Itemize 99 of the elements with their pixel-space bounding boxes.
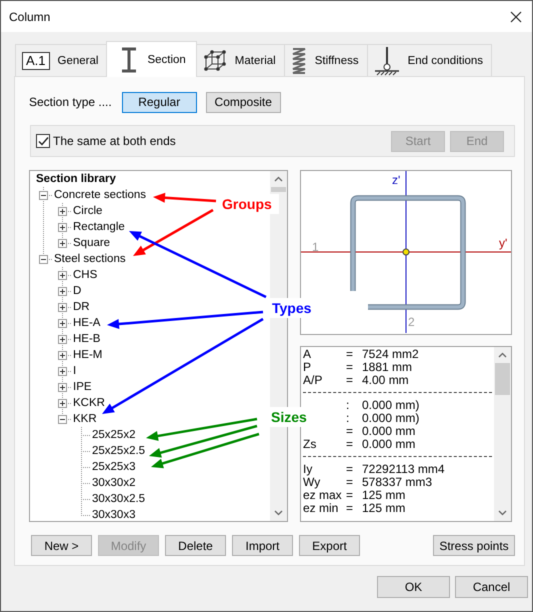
tree-item[interactable]: 30x30x2.5 [91,493,146,505]
section-type-label: Section type .... [29,95,112,109]
property-value: 0.000 mm [362,425,416,438]
scroll-down-icon[interactable] [498,510,507,516]
tree-item[interactable]: I [72,365,76,377]
property-value: 4.00 mm [362,374,409,387]
property-value: 578337 mm3 [362,476,432,489]
checkbox-label: The same at both ends [53,134,176,148]
tree-item[interactable]: 25x25x3 [91,461,136,473]
property-value: 0.000 mm [362,438,416,451]
tab[interactable]: Section [106,41,197,77]
equals-sign: = [346,502,354,515]
property-name: ez min [303,501,338,515]
tree-item[interactable]: 25x25x2 [91,429,136,441]
annotation-arrow [153,192,216,203]
window-title: Column [9,10,50,24]
tree-item[interactable]: D [72,285,82,297]
collapse-icon[interactable] [39,254,48,264]
scroll-down-icon[interactable] [274,510,283,516]
tree-item[interactable]: CHS [72,269,98,281]
point-label: 2 [408,315,415,329]
property-name: Iy [303,462,312,476]
centroid-point [402,248,410,256]
property-value: 72292113 mm4 [362,463,444,476]
tree-item[interactable]: Concrete sections [53,189,146,201]
tree-title: Section library [35,173,116,185]
tree-item[interactable]: Steel sections [53,253,126,265]
property-name: Zs [303,437,316,451]
collapse-icon[interactable] [39,190,48,200]
scroll-up-icon[interactable] [498,352,507,358]
expand-icon[interactable] [58,286,67,296]
property-name: A [303,347,312,361]
tree-item[interactable]: KKR [72,413,97,425]
property-value: 0.000 mm) [362,412,420,425]
axis-label: z' [392,173,400,187]
tree-item[interactable]: 25x25x2.5 [91,445,146,457]
tree-item[interactable]: DR [72,301,90,313]
tree-item[interactable]: Circle [72,205,102,217]
tree-item[interactable]: HE-B [72,333,100,345]
property-name: Wy [303,475,320,489]
tree-item[interactable]: Square [72,237,110,249]
tree-item[interactable]: HE-A [72,317,100,329]
property-name: A/P [303,373,322,387]
collapse-icon[interactable] [58,414,67,424]
tree-item[interactable]: KCKR [72,397,105,409]
scroll-up-icon[interactable] [274,176,283,182]
action-button[interactable]: Stress points [433,535,515,556]
tab[interactable]: Stiffness [284,44,368,76]
equals-sign: = [346,463,354,476]
equals-sign: = [346,361,354,374]
expand-icon[interactable] [58,398,67,408]
equals-sign: = [346,374,354,387]
property-value: 125 mm [362,502,406,515]
equals-sign: = [346,476,354,489]
scrollbar-thumb[interactable] [495,363,510,395]
expand-icon[interactable] [58,302,67,312]
action-button[interactable]: Export [299,535,360,556]
spring-icon [290,46,307,74]
cube-icon [202,48,227,72]
equals-sign: = [346,489,354,502]
expand-icon[interactable] [58,238,67,248]
expand-icon[interactable] [58,206,67,216]
section-type-button[interactable]: Regular [122,92,197,112]
equals-sign: : [346,399,350,412]
expand-icon[interactable] [58,222,67,232]
action-button[interactable]: Delete [165,535,226,556]
close-icon[interactable] [510,10,522,22]
action-button[interactable]: Import [232,535,293,556]
property-value: 7524 mm2 [362,348,419,361]
tab[interactable]: End conditions [366,44,492,76]
property-value: 0.000 mm) [362,399,420,412]
equals-sign: = [346,425,354,438]
expand-icon[interactable] [58,318,67,328]
expand-icon[interactable] [58,350,67,360]
property-value: 1881 mm [362,361,412,374]
equals-sign: : [346,412,350,425]
expand-icon[interactable] [58,382,67,392]
axis-label: y' [499,236,508,250]
tree-item[interactable]: Rectangle [72,221,125,233]
tree-item[interactable]: IPE [72,381,92,393]
checkbox[interactable] [36,134,50,148]
point-label: 1 [312,240,319,254]
expand-icon[interactable] [58,270,67,280]
equals-sign: = [346,348,354,361]
equals-sign: = [346,438,354,451]
expand-icon[interactable] [58,334,67,344]
action-button[interactable]: New > [31,535,92,556]
property-name: P [303,360,312,374]
section-type-button[interactable]: Composite [206,92,281,112]
dialog-button[interactable]: OK [377,576,450,598]
property-name: ez max [303,488,342,502]
tree-item[interactable]: 30x30x3 [91,509,136,521]
tab[interactable]: A.1 General [15,44,108,76]
property-value: 125 mm [362,489,406,502]
expand-icon[interactable] [58,366,67,376]
tree-item[interactable]: 30x30x2 [91,477,136,489]
dialog-button[interactable]: Cancel [455,576,528,598]
tree-item[interactable]: HE-M [72,349,102,361]
scrollbar-thumb[interactable] [271,187,286,192]
